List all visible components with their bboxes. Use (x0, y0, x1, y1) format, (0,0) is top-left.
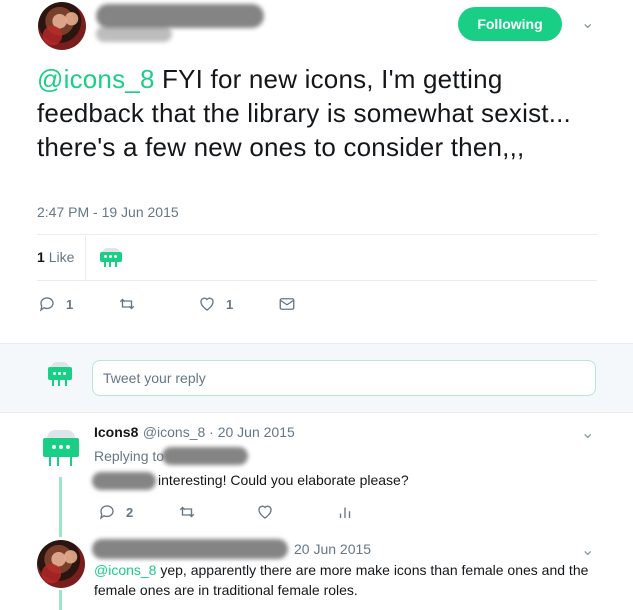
reply-text: @icons_8 yep, apparently there are more … (94, 560, 594, 600)
author-handle-redacted (96, 26, 172, 42)
author-name-redacted (96, 4, 264, 28)
reply-author-name[interactable]: Icons8 (94, 424, 138, 440)
reply-date[interactable]: 20 Jun 2015 (294, 541, 371, 557)
reply-icon (99, 505, 114, 520)
replying-to-label: Replying to (94, 448, 165, 464)
reply-body: yep, apparently there are more make icon… (94, 562, 589, 598)
chevron-down-icon[interactable]: ⌄ (581, 423, 594, 443)
likes-count: 1 (37, 249, 45, 265)
replying-to-user-redacted (162, 447, 248, 465)
envelope-icon (279, 298, 295, 310)
reply-handle-date[interactable]: @icons_8 · 20 Jun 2015 (143, 424, 295, 440)
tweet-text: @icons_8 FYI for new icons, I'm getting … (37, 62, 597, 164)
author-avatar[interactable] (38, 2, 86, 50)
divider (37, 280, 597, 281)
heart-icon (258, 505, 272, 519)
reply-count: 1 (66, 296, 74, 312)
likes-label: Like (48, 249, 75, 265)
thread-line (59, 590, 62, 610)
divider (37, 234, 597, 235)
analytics-icon (339, 507, 351, 518)
reply-author-avatar[interactable] (37, 540, 85, 588)
reply-action[interactable]: 1 (38, 295, 73, 313)
reply-icon (39, 297, 54, 312)
message-action[interactable] (278, 295, 296, 313)
reply-action[interactable]: 2 (98, 503, 133, 521)
tweet-mention[interactable]: @icons_8 (37, 64, 155, 94)
retweet-action[interactable] (178, 503, 196, 521)
analytics-action[interactable] (336, 503, 354, 521)
chevron-down-icon[interactable]: ⌄ (581, 540, 594, 560)
like-count: 1 (226, 296, 234, 312)
icons8-avatar-icon[interactable] (43, 430, 79, 470)
divider (85, 236, 86, 280)
reply-count: 2 (126, 504, 134, 520)
mention-redacted (92, 472, 156, 490)
user-avatar-icon[interactable] (48, 362, 72, 388)
reply-text: interesting! Could you elaborate please? (158, 472, 409, 488)
thread-line (59, 477, 62, 537)
retweet-icon (179, 506, 195, 518)
like-action[interactable] (256, 503, 274, 521)
retweet-icon (119, 298, 135, 310)
following-button[interactable]: Following (458, 7, 562, 41)
heart-icon (200, 297, 214, 311)
tweet-timestamp[interactable]: 2:47 PM - 19 Jun 2015 (37, 204, 179, 220)
retweet-action[interactable] (118, 295, 136, 313)
likes-summary[interactable]: 1 Like (37, 249, 74, 265)
reply-mention[interactable]: @icons_8 (94, 562, 156, 578)
chevron-down-icon[interactable]: ⌄ (581, 13, 594, 33)
reply-input[interactable]: Tweet your reply (92, 360, 596, 396)
like-action[interactable]: 1 (198, 295, 233, 313)
reply-author-redacted (92, 539, 288, 559)
liker-avatar-icon[interactable] (100, 248, 122, 268)
reply-header: Icons8 @icons_8 · 20 Jun 2015 (94, 424, 295, 442)
